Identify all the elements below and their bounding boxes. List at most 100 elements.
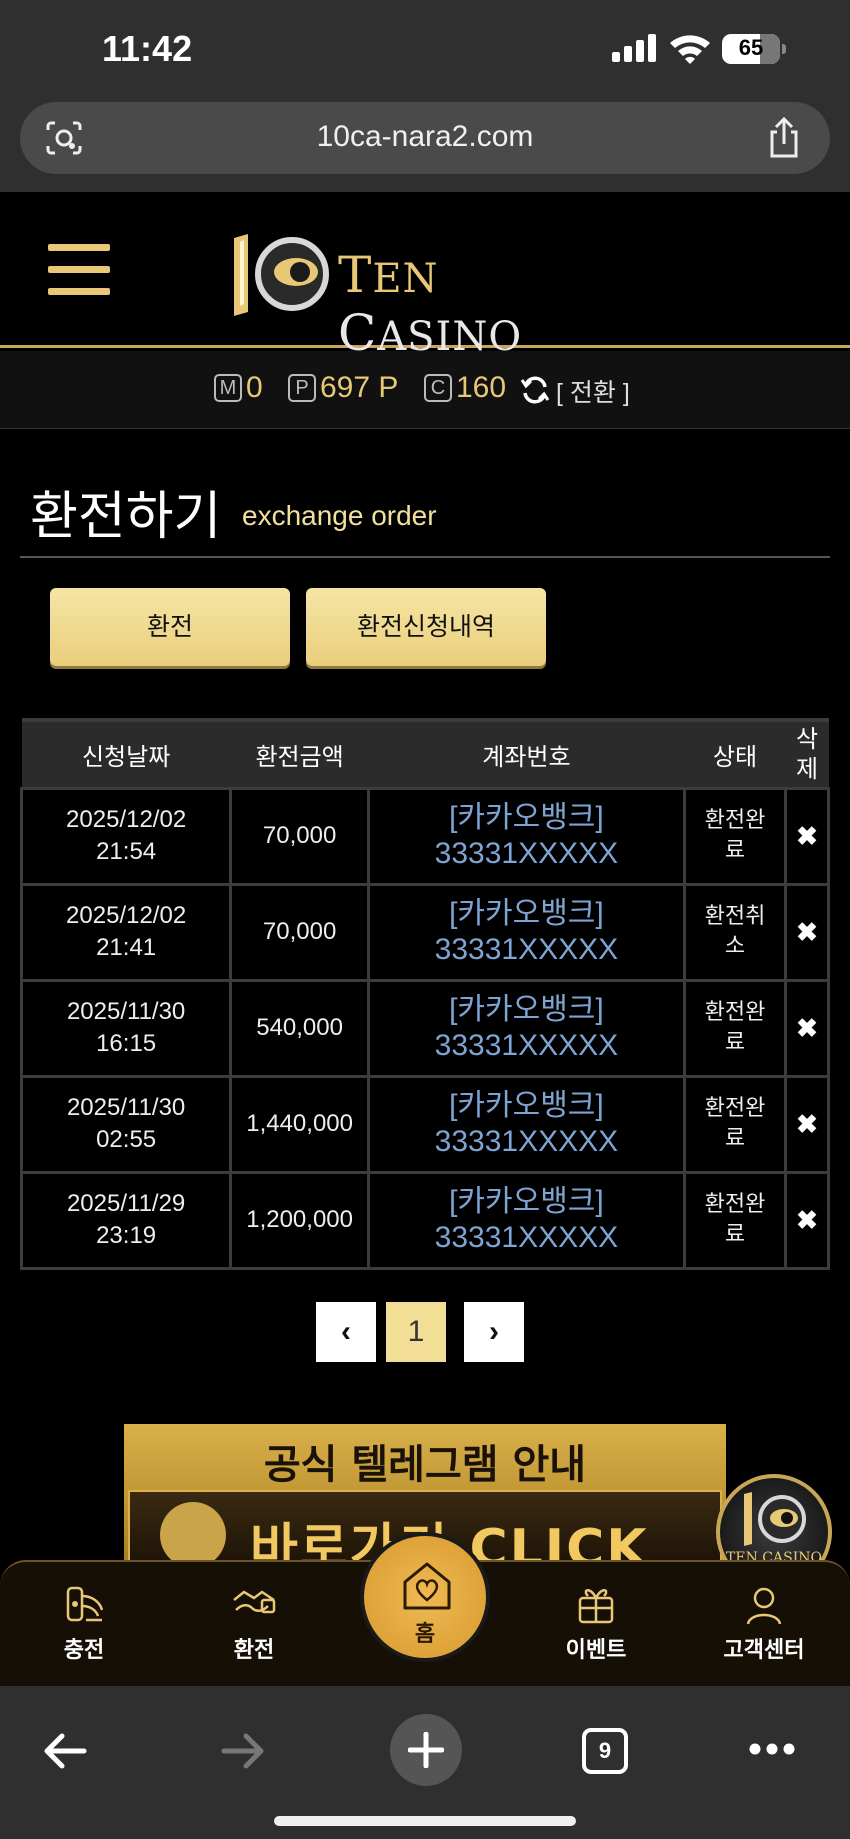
tab-exchange-history[interactable]: 환전신청내역 xyxy=(306,588,546,666)
money-balance: M0 xyxy=(214,371,263,405)
row-date-day: 2025/11/30 xyxy=(66,998,186,1025)
wifi-icon xyxy=(670,35,710,64)
row-account-number: 33331XXXXX xyxy=(434,933,619,966)
coin-value: 160 xyxy=(456,371,507,404)
battery-level: 65 xyxy=(738,35,764,60)
row-date: 2025/11/29 23:19 xyxy=(19,1170,233,1270)
share-icon[interactable] xyxy=(764,116,804,160)
nav-item-exchange[interactable]: 환전 xyxy=(184,1562,324,1688)
row-date-time: 21:54 xyxy=(96,838,157,865)
row-status-line1: 환전완 xyxy=(704,1192,766,1217)
row-amount: 70,000 xyxy=(229,882,370,982)
tab-switcher-button[interactable]: 9 xyxy=(582,1728,628,1774)
delete-icon[interactable]: ✖ xyxy=(784,1170,830,1270)
row-status: 환전완 료 xyxy=(682,978,788,1078)
status-bar: 11:42 65 xyxy=(0,0,850,98)
browser-address-area: 10ca-nara2.com xyxy=(0,98,850,192)
row-account[interactable]: [카카오뱅크] 33331XXXXX xyxy=(366,978,686,1078)
nav-item-support[interactable]: 고객센터 xyxy=(694,1562,834,1688)
point-balance: P 697 P xyxy=(288,371,398,405)
row-account[interactable]: [카카오뱅크] 33331XXXXX xyxy=(366,882,686,982)
row-date: 2025/12/02 21:54 xyxy=(19,786,233,886)
charge-icon xyxy=(66,1586,104,1622)
row-status: 환전취 소 xyxy=(682,882,788,982)
battery-icon: 65 xyxy=(722,34,786,64)
nav-item-home[interactable]: 홈 xyxy=(360,1532,490,1662)
forward-arrow-icon[interactable] xyxy=(218,1726,268,1776)
row-status: 환전완료 xyxy=(682,1074,788,1174)
row-date: 2025/11/30 02:55 xyxy=(19,1074,233,1174)
row-account-number: 33331XXXXX xyxy=(434,1125,619,1158)
coin-balance: C 160 xyxy=(424,371,506,405)
table-row: 2025/11/30 02:55 1,440,000 [카카오뱅크] 33331XX… xyxy=(19,1074,830,1174)
row-account[interactable]: [카카오뱅크] 33331XXXXX xyxy=(366,1170,686,1270)
row-status-line1: 환전완 xyxy=(704,808,766,833)
delete-icon[interactable]: ✖ xyxy=(784,1074,830,1174)
header-date: 신청날짜 xyxy=(21,718,231,790)
site-logo[interactable]: TEN CASINO xyxy=(230,232,620,362)
row-bank: [카카오뱅크] xyxy=(449,897,604,930)
row-date-day: 2025/11/30 xyxy=(66,1094,186,1121)
logo-wordmark: TEN CASINO xyxy=(338,246,620,362)
row-amount: 1,440,000 xyxy=(229,1074,370,1174)
row-bank: [카카오뱅크] xyxy=(449,801,604,834)
row-date: 2025/12/02 21:41 xyxy=(19,882,233,982)
delete-icon[interactable]: ✖ xyxy=(784,786,830,886)
status-time: 11:42 xyxy=(102,28,193,69)
nav-item-event[interactable]: 이벤트 xyxy=(526,1562,666,1688)
row-bank: [카카오뱅크] xyxy=(449,1089,604,1122)
home-indicator xyxy=(274,1816,576,1826)
row-account[interactable]: [카카오뱅크] 33331XXXXX xyxy=(366,1074,686,1174)
table-row: 2025/12/02 21:54 70,000 [카카오뱅크] 33331XXXXX… xyxy=(19,786,830,886)
row-status-line2: 료 xyxy=(724,1222,746,1247)
tab-exchange[interactable]: 환전 xyxy=(50,588,290,666)
logo-letters: EN xyxy=(372,256,439,302)
table-row: 2025/12/02 21:41 70,000 [카카오뱅크] 33331XXXXX… xyxy=(19,882,830,982)
browser-toolbar: 9 xyxy=(0,1686,850,1839)
table-row: 2025/11/30 16:15 540,000 [카카오뱅크] 33331XXXX… xyxy=(19,978,830,1078)
logo-emblem-icon xyxy=(234,234,329,316)
row-bank: [카카오뱅크] xyxy=(449,1185,604,1218)
row-account-number: 33331XXXXX xyxy=(434,1029,619,1062)
pagination-current-page[interactable]: 1 xyxy=(386,1302,446,1362)
nav-label-charge: 충전 xyxy=(63,1638,105,1663)
menu-icon[interactable] xyxy=(48,244,110,296)
exchange-history-table: 신청날짜 환전금액 계좌번호 상태 삭제 2025/12/02 21:54 70,… xyxy=(19,718,830,1270)
plus-icon xyxy=(408,1732,444,1768)
row-status-line2: 소 xyxy=(724,934,746,959)
point-icon: P xyxy=(288,374,316,402)
coin-icon: C xyxy=(424,374,452,402)
delete-icon[interactable]: ✖ xyxy=(784,882,830,982)
header-status: 상태 xyxy=(684,718,786,790)
nav-label-event: 이벤트 xyxy=(565,1638,627,1663)
row-status-line1: 환전완 xyxy=(704,1096,766,1121)
row-account[interactable]: [카카오뱅크] 33331XXXXX xyxy=(366,786,686,886)
home-heart-icon xyxy=(403,1562,451,1610)
header-delete: 삭제 xyxy=(785,718,829,790)
row-amount: 70,000 xyxy=(229,786,370,886)
row-status-line2: 료 xyxy=(724,838,746,863)
row-date-time: 23:19 xyxy=(96,1222,157,1249)
row-status-line2: 료 xyxy=(724,1030,746,1055)
row-amount: 1,200,000 xyxy=(229,1170,370,1270)
nav-label-support: 고객센터 xyxy=(723,1638,805,1663)
address-bar[interactable]: 10ca-nara2.com xyxy=(20,102,830,174)
nav-item-charge[interactable]: 충전 xyxy=(14,1562,154,1688)
url-text: 10ca-nara2.com xyxy=(316,120,534,153)
nav-label-home: 홈 xyxy=(414,1622,436,1647)
row-date-time: 02:55 xyxy=(96,1126,157,1153)
pagination-prev-button[interactable]: ‹ xyxy=(316,1302,376,1362)
telegram-icon xyxy=(160,1502,226,1564)
row-date-time: 16:15 xyxy=(96,1030,157,1057)
more-icon[interactable] xyxy=(748,1742,796,1756)
logo-emblem-icon xyxy=(744,1492,806,1546)
new-tab-button[interactable] xyxy=(390,1714,462,1786)
row-status-line2: 료 xyxy=(724,1126,746,1151)
header-delete-line2: 제 xyxy=(796,755,819,784)
back-arrow-icon[interactable] xyxy=(40,1726,90,1776)
pagination-next-button[interactable]: › xyxy=(464,1302,524,1362)
delete-icon[interactable]: ✖ xyxy=(784,978,830,1078)
convert-link[interactable]: [ 전환 ] xyxy=(556,373,630,409)
refresh-icon[interactable] xyxy=(520,375,550,405)
support-icon xyxy=(746,1587,782,1625)
